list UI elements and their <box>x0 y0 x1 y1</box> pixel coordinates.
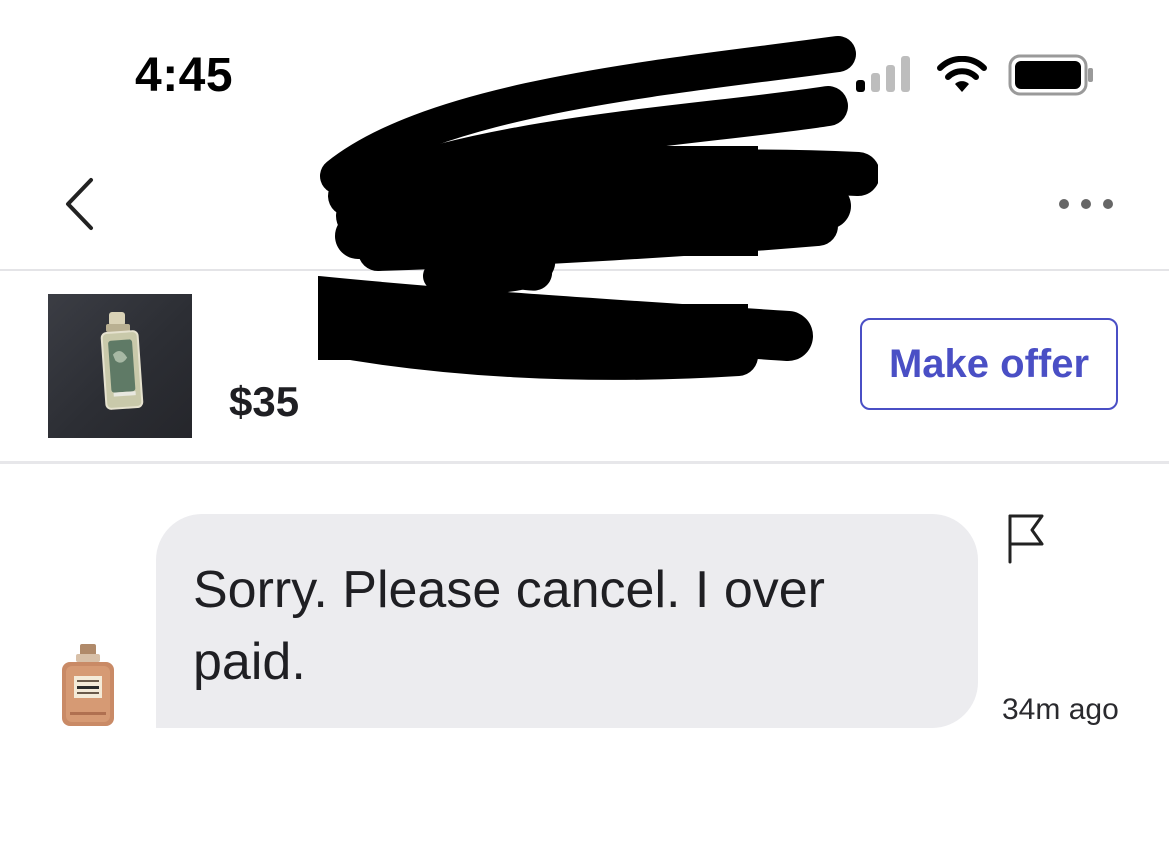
message-timestamp: 34m ago <box>1002 693 1119 726</box>
redaction-scribble <box>318 36 878 380</box>
listing-divider <box>0 461 1169 464</box>
chevron-left-icon <box>66 178 93 230</box>
wifi-icon <box>937 56 987 92</box>
status-time: 4:45 <box>135 49 234 102</box>
back-button[interactable] <box>58 172 102 236</box>
listing-price: $35 <box>229 378 300 425</box>
make-offer-button[interactable]: Make offer <box>860 318 1118 410</box>
message-text: Sorry. Please cancel. I over paid. <box>193 561 825 691</box>
chat-screen: 4:45 $35 Make offer Sorry. Please cancel… <box>0 0 1169 867</box>
report-flag-button[interactable] <box>1004 512 1050 566</box>
listing-thumbnail[interactable] <box>48 294 192 438</box>
more-horizontal-icon <box>1059 199 1113 209</box>
battery-icon <box>1008 54 1093 96</box>
flag-icon <box>1008 514 1044 564</box>
perfume-bottle-image <box>100 312 144 410</box>
message-bubble[interactable]: Sorry. Please cancel. I over paid. <box>156 514 978 728</box>
sender-avatar[interactable] <box>56 640 120 732</box>
more-options-button[interactable] <box>1054 190 1118 218</box>
